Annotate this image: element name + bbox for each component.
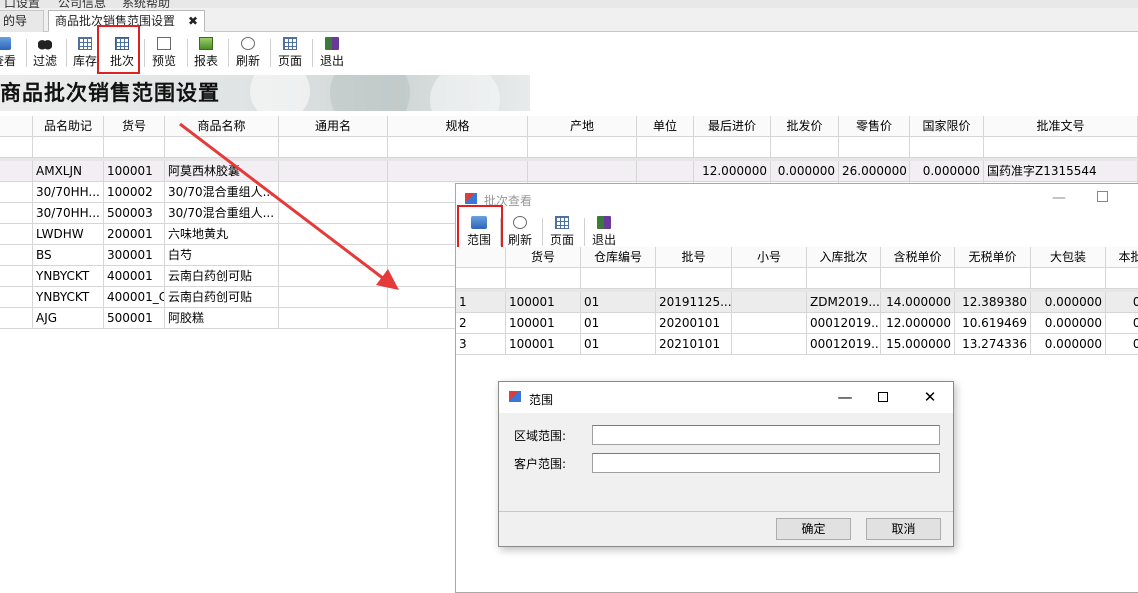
column-header[interactable]: 大包装 <box>1031 247 1106 268</box>
column-header[interactable]: 货号 <box>506 247 581 268</box>
ok-button[interactable]: 确定 <box>776 518 851 540</box>
filter-cell[interactable] <box>955 268 1031 289</box>
maximize-icon[interactable] <box>1097 191 1108 202</box>
filter-cell[interactable] <box>656 268 732 289</box>
table-cell[interactable]: 0.0 <box>1106 313 1138 334</box>
filter-cell[interactable] <box>807 268 881 289</box>
arrow-head-1 <box>376 269 399 290</box>
table-cell[interactable]: 0.0 <box>1106 334 1138 355</box>
table-cell[interactable]: 0.000000 <box>1031 334 1106 355</box>
filter-cell[interactable] <box>881 268 955 289</box>
filter-cell[interactable] <box>506 268 581 289</box>
table-cell[interactable]: 01 <box>581 334 656 355</box>
table-cell[interactable]: 20191125... <box>656 292 732 313</box>
table-cell[interactable]: 100001 <box>506 334 581 355</box>
table-cell[interactable] <box>732 313 807 334</box>
close-icon[interactable]: ✕ <box>918 387 942 407</box>
column-header[interactable]: 仓库编号 <box>581 247 656 268</box>
table-cell[interactable]: 15.000000 <box>881 334 955 355</box>
table-cell[interactable] <box>732 334 807 355</box>
range-dialog: 范围 — ✕ 区域范围: 客户范围: 确定 取消 <box>498 381 954 547</box>
filter-cell[interactable] <box>1031 268 1106 289</box>
column-header[interactable]: 入库批次 <box>807 247 881 268</box>
table-cell[interactable] <box>732 292 807 313</box>
batch-page-button[interactable]: 页面 <box>544 214 580 250</box>
row-indicator-header[interactable] <box>456 247 506 268</box>
window-app-icon <box>465 193 477 204</box>
batch-window-titlebar: 批次查看 — <box>456 184 1138 214</box>
filter-cell[interactable] <box>581 268 656 289</box>
table-cell[interactable]: 13.274336 <box>955 334 1031 355</box>
table-cell[interactable]: 12.389380 <box>955 292 1031 313</box>
highlight-box-range <box>457 205 503 253</box>
exit-icon <box>597 216 611 229</box>
minimize-icon[interactable]: — <box>1052 190 1066 206</box>
column-header[interactable]: 本批 <box>1106 247 1138 268</box>
table-cell[interactable]: 01 <box>581 292 656 313</box>
table-cell[interactable]: 0.000000 <box>1031 313 1106 334</box>
filter-cell[interactable] <box>1106 268 1138 289</box>
table-cell[interactable]: 0.0 <box>1106 292 1138 313</box>
cancel-button[interactable]: 取消 <box>866 518 941 540</box>
dialog-title: 范围 <box>529 393 554 407</box>
table-cell[interactable]: 20210101 <box>656 334 732 355</box>
table-cell[interactable]: 00012019... <box>807 313 881 334</box>
table-cell[interactable]: 12.000000 <box>881 313 955 334</box>
table-cell[interactable]: 100001 <box>506 313 581 334</box>
table-cell[interactable]: ZDM2019... <box>807 292 881 313</box>
batch-refresh-button[interactable]: 刷新 <box>502 214 538 250</box>
column-header[interactable]: 小号 <box>732 247 807 268</box>
table-cell[interactable]: 100001 <box>506 292 581 313</box>
column-header[interactable]: 无税单价 <box>955 247 1031 268</box>
column-header[interactable]: 批号 <box>656 247 732 268</box>
filter-cell[interactable] <box>732 268 807 289</box>
table-cell[interactable]: 00012019... <box>807 334 881 355</box>
column-header[interactable]: 含税单价 <box>881 247 955 268</box>
region-range-input[interactable] <box>592 425 940 445</box>
page-icon <box>555 216 569 229</box>
maximize-icon[interactable] <box>871 387 895 407</box>
filter-row-indicator[interactable] <box>456 268 506 289</box>
table-cell[interactable]: 20200101 <box>656 313 732 334</box>
table-cell[interactable]: 14.000000 <box>881 292 955 313</box>
dialog-titlebar: 范围 — ✕ <box>499 382 953 413</box>
table-cell[interactable]: 01 <box>581 313 656 334</box>
row-number[interactable]: 1 <box>456 292 506 313</box>
region-range-label: 区域范围: <box>514 429 567 443</box>
row-number[interactable]: 3 <box>456 334 506 355</box>
window-app-icon <box>509 391 521 402</box>
batch-grid: 货号仓库编号批号小号入库批次含税单价无税单价大包装本批 1100001012019… <box>456 247 1138 357</box>
customer-range-label: 客户范围: <box>514 457 567 471</box>
table-cell[interactable]: 10.619469 <box>955 313 1031 334</box>
minimize-icon[interactable]: — <box>833 387 857 407</box>
arrow-line-1 <box>179 122 389 284</box>
row-number[interactable]: 2 <box>456 313 506 334</box>
customer-range-input[interactable] <box>592 453 940 473</box>
table-cell[interactable]: 0.000000 <box>1031 292 1106 313</box>
refresh-icon <box>513 216 527 229</box>
batch-exit-button[interactable]: 退出 <box>586 214 622 250</box>
